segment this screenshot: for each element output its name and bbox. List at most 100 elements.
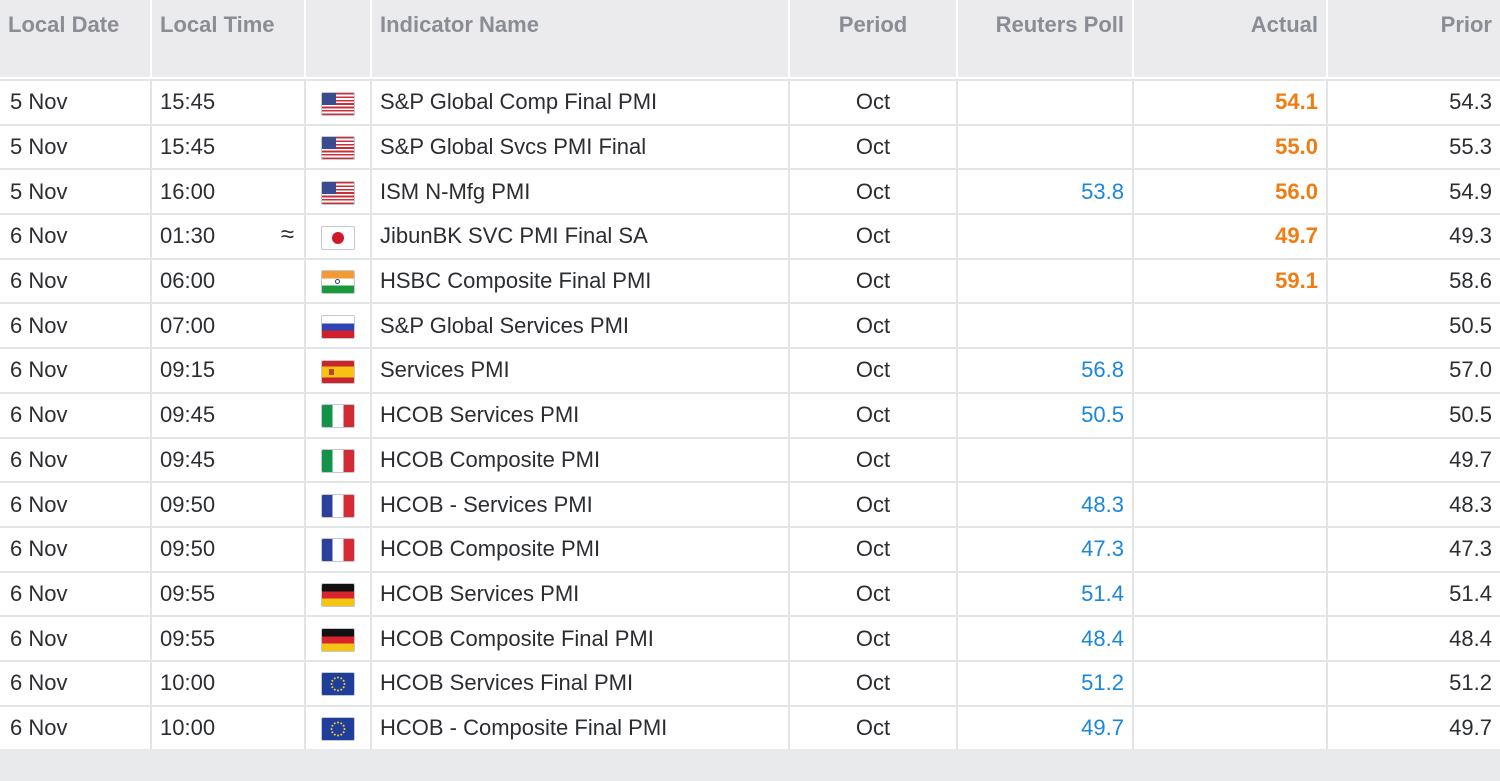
reuters-poll-cell: 51.4 <box>956 570 1132 616</box>
prior-cell: 51.4 <box>1326 570 1500 616</box>
local-time-cell: 06:00 <box>150 257 304 303</box>
country-flag-cell <box>304 123 370 169</box>
indicator-name-cell[interactable]: HCOB Services Final PMI <box>370 659 788 705</box>
de-flag-icon <box>322 584 354 607</box>
period-cell: Oct <box>788 257 956 303</box>
indicator-name-cell[interactable]: HCOB Composite Final PMI <box>370 615 788 660</box>
indicator-name-cell[interactable]: S&P Global Comp Final PMI <box>370 79 788 124</box>
country-flag-cell <box>304 659 370 705</box>
indicator-name-cell[interactable]: JibunBK SVC PMI Final SA <box>370 213 788 258</box>
approximate-time-icon: ≈ <box>280 221 294 249</box>
indicator-name-cell[interactable]: ISM N-Mfg PMI <box>370 168 788 214</box>
indicator-name-cell[interactable]: HCOB Services PMI <box>370 570 788 616</box>
country-flag-cell <box>304 168 370 214</box>
table-row[interactable]: 6 Nov 06:00 HSBC Composite Final PMI Oct… <box>0 257 1500 303</box>
indicator-name-cell[interactable]: HCOB Services PMI <box>370 391 788 437</box>
us-flag-icon <box>322 92 354 115</box>
table-row[interactable]: 6 Nov 10:00 HCOB - Composite Final PMI O… <box>0 704 1500 750</box>
reuters-poll-cell: 50.5 <box>956 391 1132 437</box>
local-time-cell: 15:45 <box>150 79 304 124</box>
local-date-cell: 6 Nov <box>0 704 150 750</box>
reuters-poll-cell: 49.7 <box>956 704 1132 750</box>
economic-calendar: Local Date Local Time Indicator Name Per… <box>0 0 1500 781</box>
indicator-name-cell[interactable]: HCOB - Composite Final PMI <box>370 704 788 750</box>
prior-cell: 50.5 <box>1326 302 1500 348</box>
table-row[interactable]: 5 Nov 16:00 ISM N-Mfg PMI Oct 53.8 56.0 … <box>0 168 1500 214</box>
period-cell: Oct <box>788 168 956 214</box>
period-cell: Oct <box>788 615 956 660</box>
local-date-cell: 6 Nov <box>0 481 150 526</box>
column-header-local-time[interactable]: Local Time <box>150 0 304 79</box>
column-header-prior[interactable]: Prior <box>1326 0 1500 79</box>
period-cell: Oct <box>788 436 956 482</box>
us-flag-icon <box>322 137 354 160</box>
local-time-text: 09:50 <box>160 536 216 562</box>
table-row[interactable]: 6 Nov 07:00 S&P Global Services PMI Oct … <box>0 302 1500 348</box>
actual-cell <box>1132 659 1326 705</box>
it-flag-icon <box>322 405 354 428</box>
table-row[interactable]: 6 Nov 09:45 HCOB Services PMI Oct 50.5 5… <box>0 391 1500 437</box>
local-date-cell: 6 Nov <box>0 525 150 571</box>
country-flag-cell <box>304 481 370 526</box>
local-time-cell: 09:55 <box>150 615 304 660</box>
period-cell: Oct <box>788 302 956 348</box>
indicator-name-cell[interactable]: HCOB - Services PMI <box>370 481 788 526</box>
table-row[interactable]: 6 Nov 10:00 HCOB Services Final PMI Oct … <box>0 659 1500 705</box>
period-cell: Oct <box>788 570 956 616</box>
prior-cell: 47.3 <box>1326 525 1500 571</box>
local-time-cell: 09:45 <box>150 391 304 437</box>
table-row[interactable]: 6 Nov 09:50 HCOB Composite PMI Oct 47.3 … <box>0 525 1500 571</box>
country-flag-cell <box>304 79 370 124</box>
actual-cell <box>1132 481 1326 526</box>
local-date-cell: 6 Nov <box>0 213 150 258</box>
actual-cell: 55.0 <box>1132 123 1326 169</box>
indicator-name-cell[interactable]: HCOB Composite PMI <box>370 525 788 571</box>
column-header-flag <box>304 0 370 79</box>
reuters-poll-cell <box>956 123 1132 169</box>
local-time-cell: 10:00 <box>150 659 304 705</box>
column-header-reuters-poll[interactable]: Reuters Poll <box>956 0 1132 79</box>
local-time-text: 09:55 <box>160 580 216 606</box>
reuters-poll-cell: 53.8 <box>956 168 1132 214</box>
table-row[interactable]: 6 Nov 09:50 HCOB - Services PMI Oct 48.3… <box>0 481 1500 526</box>
indicator-name-cell[interactable]: HSBC Composite Final PMI <box>370 257 788 303</box>
prior-cell: 49.7 <box>1326 704 1500 750</box>
indicator-name-cell[interactable]: S&P Global Svcs PMI Final <box>370 123 788 169</box>
actual-cell <box>1132 570 1326 616</box>
reuters-poll-cell <box>956 257 1132 303</box>
indicator-name-cell[interactable]: HCOB Composite PMI <box>370 436 788 482</box>
table-row[interactable]: 6 Nov 09:45 HCOB Composite PMI Oct 49.7 <box>0 436 1500 482</box>
table-row[interactable]: 6 Nov 09:15 Services PMI Oct 56.8 57.0 <box>0 347 1500 392</box>
column-header-period[interactable]: Period <box>788 0 956 79</box>
actual-cell <box>1132 391 1326 437</box>
jp-flag-icon <box>322 226 354 249</box>
indicator-name-cell[interactable]: S&P Global Services PMI <box>370 302 788 348</box>
es-flag-icon <box>322 360 354 383</box>
column-header-local-date[interactable]: Local Date <box>0 0 150 79</box>
local-time-text: 09:45 <box>160 402 216 428</box>
actual-cell <box>1132 347 1326 392</box>
reuters-poll-cell: 48.3 <box>956 481 1132 526</box>
column-header-actual[interactable]: Actual <box>1132 0 1326 79</box>
table-row[interactable]: 6 Nov 09:55 HCOB Services PMI Oct 51.4 5… <box>0 570 1500 616</box>
local-date-cell: 6 Nov <box>0 257 150 303</box>
table-row[interactable]: 6 Nov 01:30 ≈ JibunBK SVC PMI Final SA Oc… <box>0 213 1500 258</box>
table-row[interactable]: 6 Nov 09:55 HCOB Composite Final PMI Oct… <box>0 615 1500 660</box>
table-row[interactable]: 5 Nov 15:45 S&P Global Svcs PMI Final Oc… <box>0 123 1500 169</box>
country-flag-cell <box>304 570 370 616</box>
indicator-name-cell[interactable]: Services PMI <box>370 347 788 392</box>
us-flag-icon <box>322 181 354 204</box>
local-time-text: 09:45 <box>160 446 216 472</box>
local-date-cell: 6 Nov <box>0 615 150 660</box>
local-time-cell: 09:50 <box>150 481 304 526</box>
local-time-text: 16:00 <box>160 178 216 204</box>
column-header-indicator-name[interactable]: Indicator Name <box>370 0 788 79</box>
reuters-poll-cell: 48.4 <box>956 615 1132 660</box>
table-row[interactable]: 5 Nov 15:45 S&P Global Comp Final PMI Oc… <box>0 79 1500 124</box>
period-cell: Oct <box>788 525 956 571</box>
local-date-cell: 6 Nov <box>0 302 150 348</box>
prior-cell: 48.3 <box>1326 481 1500 526</box>
country-flag-cell <box>304 525 370 571</box>
period-cell: Oct <box>788 704 956 750</box>
local-time-cell: 09:45 <box>150 436 304 482</box>
